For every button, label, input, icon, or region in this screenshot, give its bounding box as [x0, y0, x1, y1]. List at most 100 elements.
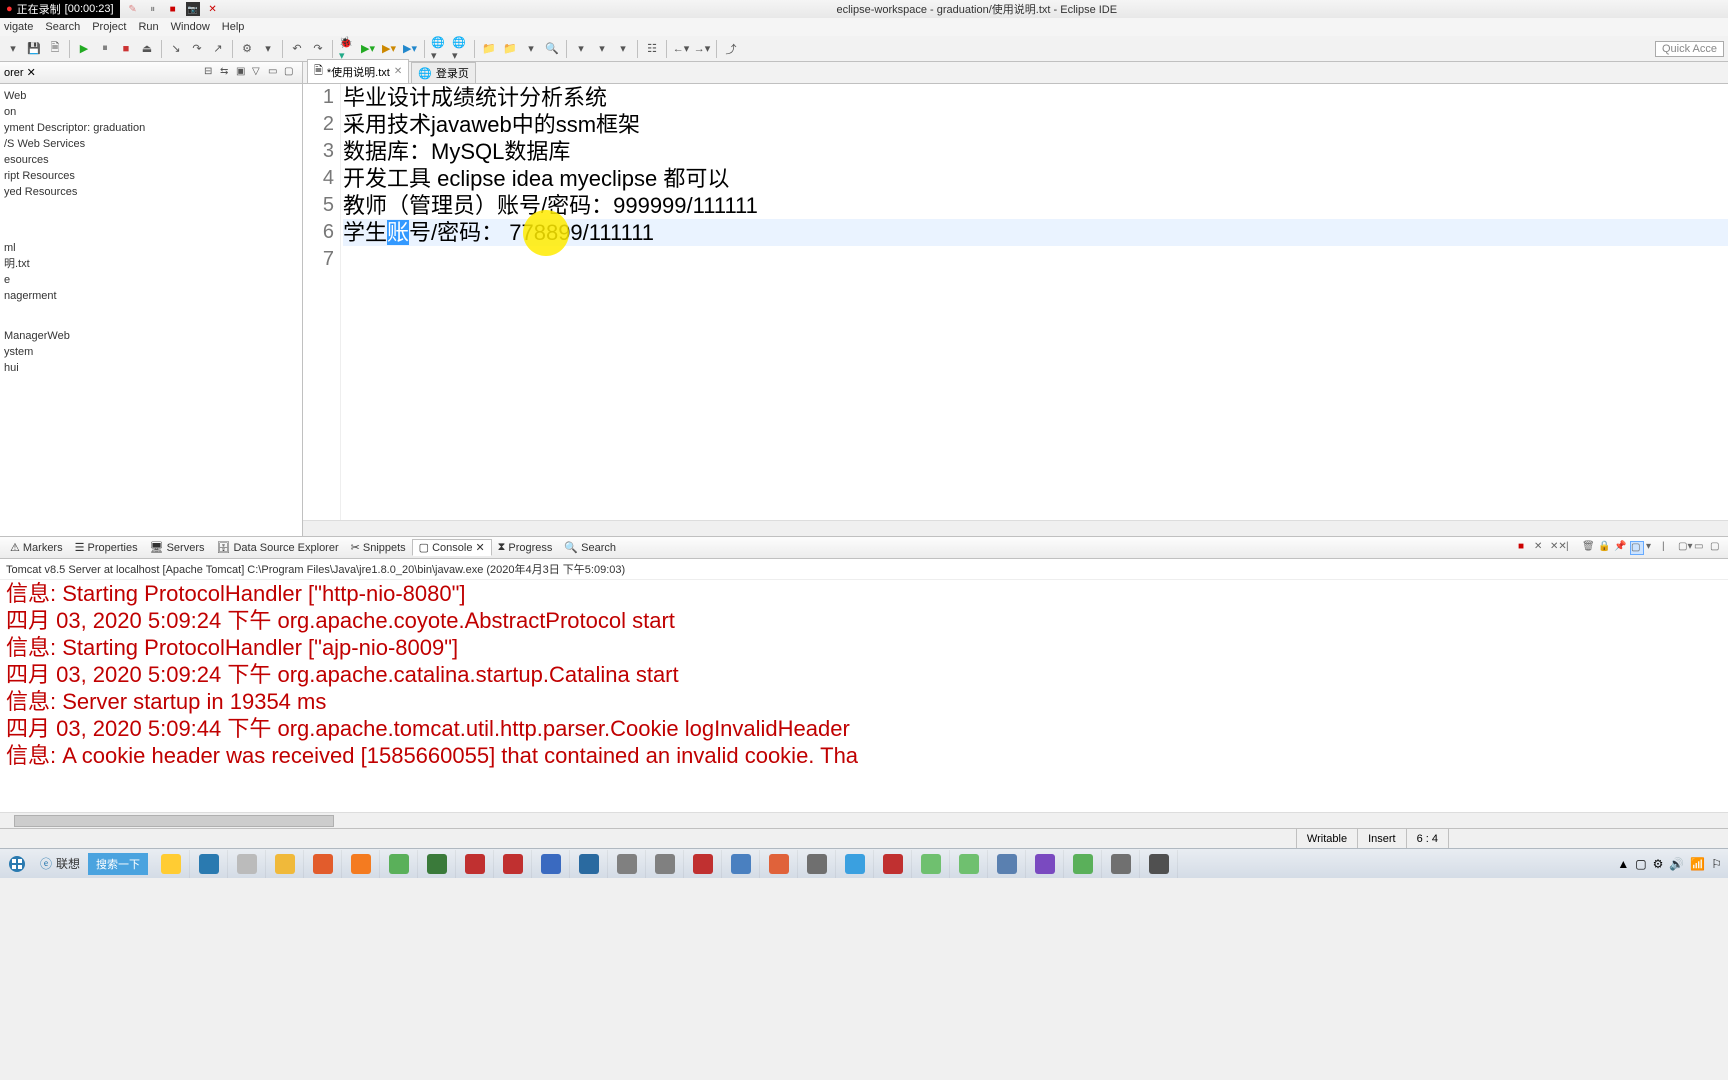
view-menu-icon[interactable]: ▽ [252, 66, 266, 80]
tree-item[interactable]: on [2, 104, 302, 120]
debug-disconnect-icon[interactable]: ⏏ [138, 40, 156, 58]
tree-item[interactable]: 明.txt [2, 256, 302, 272]
taskbar-app[interactable] [798, 850, 836, 878]
close-icon[interactable]: ✕ [475, 541, 484, 554]
step-over-icon[interactable]: ↷ [188, 40, 206, 58]
clear-icon[interactable]: 🗑 [1582, 541, 1596, 555]
code-line[interactable]: 学生账号/密码： 778899/111111 [343, 219, 1728, 246]
taskbar-app[interactable] [532, 850, 570, 878]
tree-item[interactable]: ManagerWeb [2, 328, 302, 344]
debug-pause-icon[interactable]: ⏸ [96, 40, 114, 58]
code-line[interactable]: 开发工具 eclipse idea myeclipse 都可以 [343, 165, 1728, 192]
toolbar-icon[interactable]: ☷ [643, 40, 661, 58]
menu-run[interactable]: Run [138, 21, 158, 33]
toolbar-icon[interactable]: 🌐▾ [451, 40, 469, 58]
editor-scrollbar[interactable] [303, 520, 1728, 536]
tray-icon[interactable]: 📶 [1690, 857, 1705, 871]
taskbar-app[interactable] [152, 850, 190, 878]
toolbar-icon[interactable]: ▾ [572, 40, 590, 58]
taskbar-app[interactable] [380, 850, 418, 878]
tree-item[interactable]: esources [2, 152, 302, 168]
menu-window[interactable]: Window [171, 21, 210, 33]
undo-icon[interactable]: ↶ [288, 40, 306, 58]
code-line[interactable]: 数据库：MySQL数据库 [343, 138, 1728, 165]
redo-icon[interactable]: ↷ [309, 40, 327, 58]
editor-tab-login[interactable]: 🌐 登录页 [411, 62, 476, 83]
maximize-icon[interactable]: ▢ [284, 66, 298, 80]
debug-icon[interactable]: 🐞▾ [338, 40, 356, 58]
back-icon[interactable]: ←▾ [672, 40, 690, 58]
taskbar-app[interactable] [608, 850, 646, 878]
toolbar-icon[interactable]: ▾ [522, 40, 540, 58]
tree-item[interactable]: e [2, 272, 302, 288]
tab-search[interactable]: 🔍Search [558, 540, 622, 555]
taskbar-app[interactable] [836, 850, 874, 878]
debug-stop-icon[interactable]: ■ [117, 40, 135, 58]
toolbar-icon[interactable]: 🌐▾ [430, 40, 448, 58]
tab-datasource[interactable]: 🗄Data Source Explorer [211, 540, 345, 555]
close-icon[interactable]: ✕ [394, 66, 402, 77]
tray-icon[interactable]: ▢ [1635, 857, 1646, 871]
tree-item[interactable]: nagerment [2, 288, 302, 304]
remove-all-icon[interactable]: ✕✕ [1550, 541, 1564, 555]
forward-icon[interactable]: →▾ [693, 40, 711, 58]
start-button[interactable] [0, 849, 34, 879]
taskbar-search[interactable]: 搜索一下 [88, 853, 148, 875]
stop-icon[interactable]: ■ [166, 2, 180, 16]
toolbar-icon[interactable]: ▾ [259, 40, 277, 58]
explorer-tree[interactable]: Web on yment Descriptor: graduation /S W… [0, 84, 302, 536]
taskbar-app[interactable] [418, 850, 456, 878]
scroll-lock-icon[interactable]: 🔒 [1598, 541, 1612, 555]
menu-navigate[interactable]: vigate [4, 21, 33, 33]
lenovo-brand[interactable]: ⓔ 联想 [34, 855, 86, 872]
tree-item[interactable]: yed Resources [2, 184, 302, 200]
show-console-icon[interactable]: ▢ [1630, 541, 1644, 555]
tab-markers[interactable]: ⚠Markers [4, 540, 69, 555]
close-recording-icon[interactable]: ✕ [206, 2, 220, 16]
tray-icon[interactable]: ⚙ [1653, 857, 1664, 871]
taskbar-app[interactable] [1064, 850, 1102, 878]
save-icon[interactable]: 💾 [25, 40, 43, 58]
console-output[interactable]: 信息: Starting ProtocolHandler ["http-nio-… [0, 580, 1728, 812]
maximize-icon[interactable]: ▢ [1710, 541, 1724, 555]
editor-tab-usage[interactable]: 🗎 *使用说明.txt ✕ [307, 59, 409, 83]
tab-progress[interactable]: ⧗Progress [492, 540, 559, 555]
tray-icon[interactable]: ⚐ [1711, 857, 1722, 871]
tree-item[interactable]: ystem [2, 344, 302, 360]
tree-item[interactable]: Web [2, 88, 302, 104]
toolbar-icon[interactable]: ▾ [593, 40, 611, 58]
menu-search[interactable]: Search [45, 21, 80, 33]
taskbar-app[interactable] [1026, 850, 1064, 878]
tab-snippets[interactable]: ✂Snippets [345, 540, 412, 555]
taskbar-app[interactable] [570, 850, 608, 878]
save-all-icon[interactable]: 🗎 [46, 40, 64, 58]
toolbar-icon[interactable]: ▾ [614, 40, 632, 58]
tab-servers[interactable]: 🖥Servers [144, 540, 211, 555]
close-icon[interactable]: ✕ [27, 67, 36, 79]
taskbar-app[interactable] [722, 850, 760, 878]
taskbar-app[interactable] [950, 850, 988, 878]
folder-icon[interactable]: 📁 [501, 40, 519, 58]
system-tray[interactable]: ▲ ▢ ⚙ 🔊 📶 ⚐ [1611, 857, 1728, 871]
toolbar-icon[interactable]: ⚙ [238, 40, 256, 58]
collapse-icon[interactable]: ⊟ [204, 66, 218, 80]
pin-icon[interactable]: 📌 [1614, 541, 1628, 555]
taskbar-app[interactable] [456, 850, 494, 878]
step-return-icon[interactable]: ↗ [209, 40, 227, 58]
tab-console[interactable]: ▢Console ✕ [412, 539, 492, 556]
toolbar-icon[interactable]: ⤴ [722, 40, 740, 58]
tree-item[interactable]: ml [2, 240, 302, 256]
explorer-tab[interactable]: orer ✕ [4, 66, 204, 79]
code-area[interactable]: 毕业设计成绩统计分析系统 采用技术javaweb中的ssm框架 数据库：MySQ… [341, 84, 1728, 520]
quick-access-input[interactable]: Quick Acce [1655, 41, 1724, 57]
code-line[interactable]: 教师（管理员）账号/密码：999999/111111 [343, 192, 1728, 219]
console-menu-icon[interactable]: ▾ [1646, 541, 1660, 555]
focus-icon[interactable]: ▣ [236, 66, 250, 80]
taskbar-app[interactable] [342, 850, 380, 878]
taskbar-app[interactable] [494, 850, 532, 878]
pencil-icon[interactable]: ✎ [126, 2, 140, 16]
remove-console-icon[interactable]: ✕ [1534, 541, 1548, 555]
taskbar-app[interactable] [988, 850, 1026, 878]
open-console-icon[interactable]: ▢▾ [1678, 541, 1692, 555]
taskbar-app[interactable] [1140, 850, 1178, 878]
